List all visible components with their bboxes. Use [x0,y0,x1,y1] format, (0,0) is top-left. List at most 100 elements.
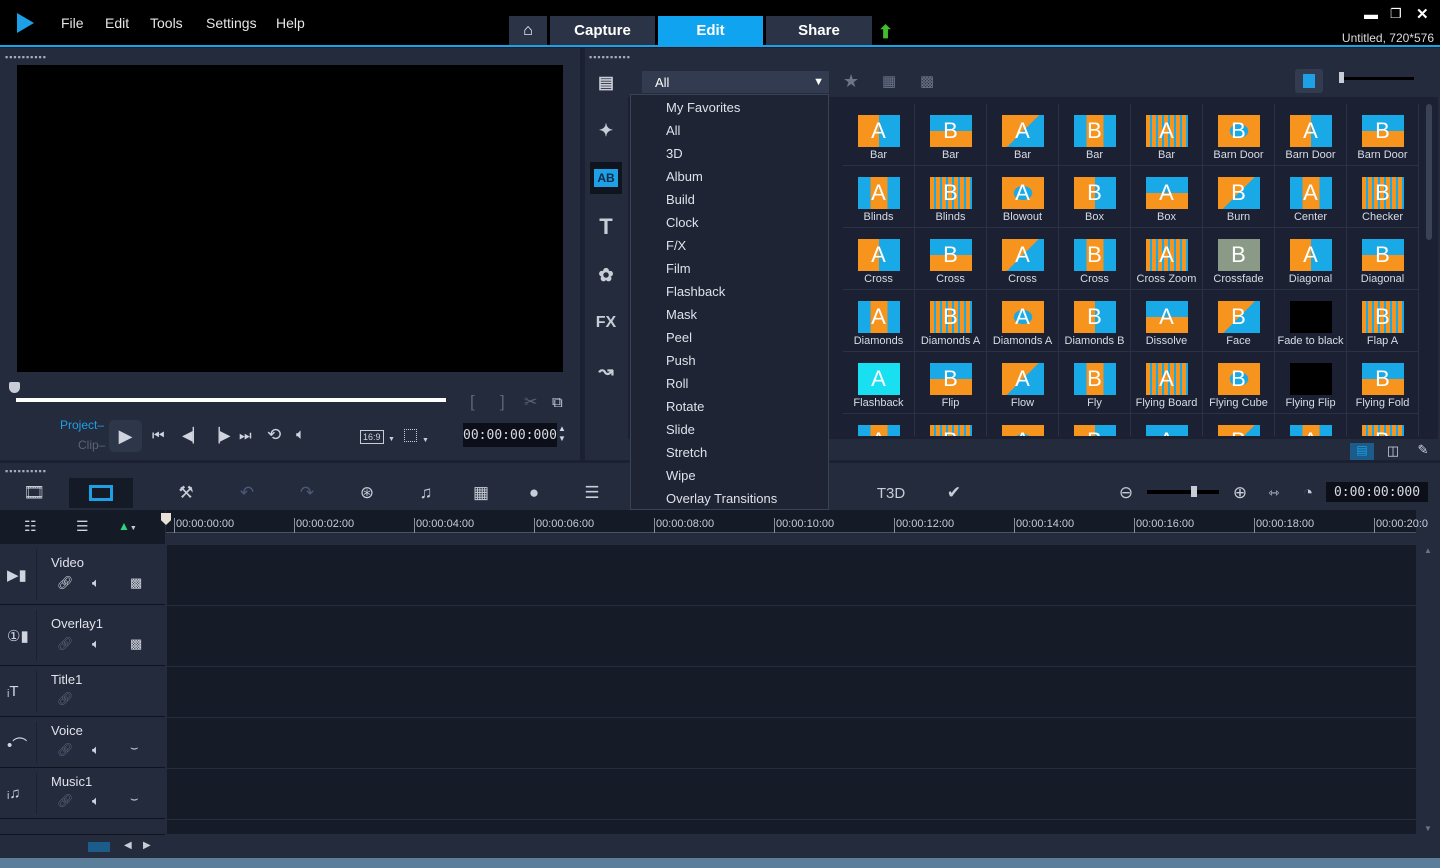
close-button[interactable]: ✕ [1416,5,1429,23]
timeline-view-button[interactable] [69,478,133,508]
transition-item[interactable]: A Diamonds [843,290,915,352]
undo-icon[interactable]: ↶ [233,482,261,504]
dropdown-option[interactable]: Clock [631,211,828,234]
view-toggle-button[interactable] [1295,69,1323,93]
transition-item[interactable]: B Diamonds A [915,290,987,352]
project-mode[interactable]: Project– [60,418,104,432]
minimize-button[interactable]: ▬ [1364,6,1378,22]
insert-track-icon[interactable] [88,842,110,852]
transition-item[interactable]: A Center [1275,166,1347,228]
dropdown-option[interactable]: Peel [631,326,828,349]
expand-audio-icon[interactable]: ⌣ [130,791,139,807]
dropdown-option[interactable]: Roll [631,372,828,395]
transition-item[interactable]: B [915,414,987,436]
aspect-dropdown-icon[interactable]: ▼ [388,436,395,443]
dropdown-option[interactable]: Flashback [631,280,828,303]
ripple-editing-icon[interactable]: ▲▼ [118,519,137,533]
tab-share[interactable]: Share [766,16,872,45]
transparency-icon[interactable]: ▩ [130,636,142,652]
transition-item[interactable]: B Barn Door [1347,104,1419,166]
apply-to-all-icon[interactable]: ▩ [920,72,934,90]
tools-icon[interactable]: ⚒ [172,482,200,504]
transition-item[interactable]: A Flow [987,352,1059,414]
transition-item[interactable]: A Diagonal [1275,228,1347,290]
aspect-ratio-button[interactable]: 16:9 [360,430,384,444]
link-icon[interactable]: 🔗︎ [57,636,74,652]
library-options-icon[interactable]: ▤ [1350,443,1374,460]
transition-item[interactable]: A [1275,414,1347,436]
add-remove-chapter-icon[interactable]: ☰ [76,518,89,535]
mute-icon[interactable]: 🔈︎ [92,575,100,591]
panel-grip[interactable]: ▪▪▪▪▪▪▪▪▪▪ [5,53,47,62]
gallery-scrollbar[interactable] [1426,104,1432,240]
timeline-timecode[interactable]: 0:00:00:000 [1326,482,1428,502]
timeline-ruler[interactable]: 00:00:00:00 00:00:02:00 00:00:04:00 00:00:0… [166,510,1428,533]
filter-dropdown[interactable]: All ▼ [642,71,829,93]
dropdown-option[interactable]: Push [631,349,828,372]
menu-file[interactable]: File [61,15,84,31]
mute-icon[interactable]: 🔈︎ [92,742,100,758]
transition-item[interactable]: A [843,414,915,436]
transition-item[interactable]: B Flying Fold [1347,352,1419,414]
edit-icon[interactable]: ✎ [1412,442,1434,459]
scroll-left-icon[interactable]: ◀ [124,840,132,851]
transition-item[interactable]: Flying Flip [1275,352,1347,414]
menu-edit[interactable]: Edit [105,15,129,31]
transition-item[interactable]: A Box [1131,166,1203,228]
dropdown-option[interactable]: Wipe [631,464,828,487]
dropdown-option[interactable]: F/X [631,234,828,257]
mute-icon[interactable]: 🔈︎ [92,636,100,652]
add-favorite-icon[interactable]: ★ [843,71,859,92]
transition-item[interactable]: A Flashback [843,352,915,414]
volume-button[interactable]: 🔈︎ [296,426,305,443]
record-capture-icon[interactable]: ⊛ [353,482,381,504]
zoom-out-icon[interactable]: ⊖ [1114,482,1138,504]
dropdown-option[interactable]: Overlay Transitions [631,487,828,510]
timecode-stepper[interactable]: ▲ ▼ [558,424,566,444]
transition-icon[interactable]: AB [590,162,622,194]
transition-item[interactable]: B Blinds [915,166,987,228]
transition-item[interactable]: A Barn Door [1275,104,1347,166]
thumbnail-size-slider[interactable] [1340,77,1414,80]
path-icon[interactable]: ↝ [590,355,622,387]
next-frame-button[interactable]: ▕▶ [209,427,231,444]
apply-to-video-icon[interactable]: ▦ [882,72,896,90]
transition-item[interactable]: B [1203,414,1275,436]
transition-item[interactable]: A Bar [987,104,1059,166]
transition-item[interactable]: B Burn [1203,166,1275,228]
storyboard-view-icon[interactable]: 🎞︎ [20,482,48,504]
menu-help[interactable]: Help [276,15,305,31]
dropdown-option[interactable]: All [631,119,828,142]
transition-item[interactable]: A [1131,414,1203,436]
panel-grip[interactable]: ▪▪▪▪▪▪▪▪▪▪ [589,53,631,62]
track-lane[interactable] [167,606,1416,667]
track-lane[interactable] [167,667,1416,718]
3d-title-editor-icon[interactable]: T3D [875,482,907,504]
transition-item[interactable]: B Box [1059,166,1131,228]
link-icon[interactable]: 🔗︎ [57,742,74,758]
transition-item[interactable]: A Flying Board [1131,352,1203,414]
resize-dropdown-icon[interactable]: ▼ [422,437,429,444]
timeline-scroll-up-icon[interactable]: ▲ [1424,546,1432,555]
track-header[interactable]: ᵢ♫ Music1 🔗︎ 🔈︎ ⌣ [0,769,165,819]
auto-music-icon[interactable]: ▦ [467,482,495,504]
transition-item[interactable]: A Bar [1131,104,1203,166]
link-icon[interactable]: 🔗︎ [57,575,74,591]
tab-capture[interactable]: Capture [550,16,655,45]
fit-project-icon[interactable]: ⇿ [1264,482,1284,504]
title-icon[interactable]: T [590,211,622,243]
scroll-right-icon[interactable]: ▶ [143,840,151,851]
transition-item[interactable]: B Flip [915,352,987,414]
dropdown-option[interactable]: 3D [631,142,828,165]
track-lane[interactable] [167,769,1416,820]
transition-item[interactable]: B Cross [1059,228,1131,290]
graphic-icon[interactable]: ✿ [590,259,622,291]
tab-edit[interactable]: Edit [658,16,763,45]
menu-settings[interactable]: Settings [206,15,257,31]
previous-frame-button[interactable]: ◀▏ [182,427,204,444]
transition-item[interactable]: B Flying Cube [1203,352,1275,414]
transition-item[interactable]: Fade to black [1275,290,1347,352]
transition-item[interactable]: A [987,414,1059,436]
transition-item[interactable]: B Diamonds B [1059,290,1131,352]
sound-mixer-icon[interactable]: ♫ [412,482,440,504]
